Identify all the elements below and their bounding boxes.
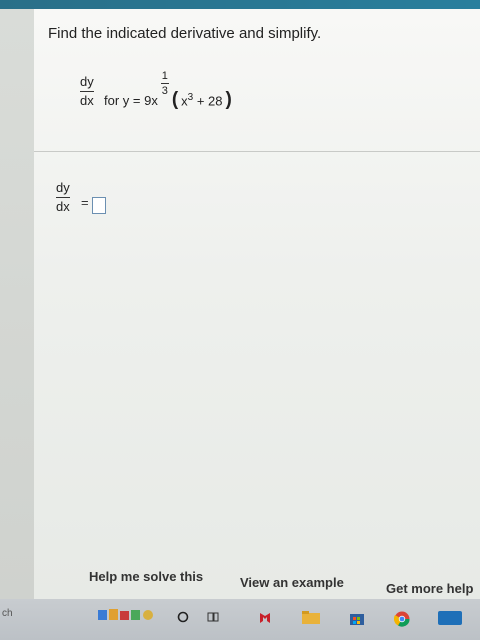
close-paren: ) [225,89,232,110]
file-explorer-icon[interactable] [302,611,320,625]
chrome-icon[interactable] [394,611,410,627]
help-me-solve-button[interactable]: Help me solve this [89,569,203,584]
question-fraction-bar [80,91,94,92]
get-more-help-button[interactable]: Get more help [386,581,480,596]
function-expression: for y = 9x 1 3 ( x3 + 28 ) [104,70,232,111]
exponent-bar [160,82,169,84]
answer-dy: dy [56,180,70,195]
answer-input[interactable] [92,197,106,214]
answer-dx: dx [56,199,70,214]
pinned-apps-icon[interactable] [96,606,156,624]
question-derivative: dy dx [80,75,94,108]
question-dx: dx [80,93,94,108]
instruction-text: Find the indicated derivative and simpli… [48,25,322,42]
task-view-icon[interactable] [207,611,219,623]
question-panel: Find the indicated derivative and simpli… [34,9,480,599]
mcafee-icon[interactable] [258,611,272,625]
equals-sign: = [81,195,89,210]
cortana-icon[interactable] [177,611,189,623]
left-side-panel [0,9,34,599]
store-icon[interactable] [350,611,364,625]
taskbar-search-text[interactable]: ch [2,608,13,619]
edge-partial-icon[interactable] [438,611,462,625]
open-paren: ( [171,89,179,110]
view-example-button[interactable]: View an example [240,575,344,590]
help-actions: Help me solve this View an example Get m… [34,569,480,596]
question-dy: dy [80,74,94,89]
exponent-denominator: 3 [161,84,168,97]
answer-fraction-bar [56,197,70,198]
answer-derivative: dy dx [56,181,70,214]
section-divider [34,151,480,152]
inner-term: x3 + 28 [181,92,222,108]
windows-taskbar: ch [0,599,480,640]
function-lhs: for y = 9x [104,92,158,108]
browser-top-bar [0,0,480,9]
exponent-numerator: 1 [161,69,168,82]
inner-constant: + 28 [193,93,223,109]
exponent-fraction: 1 3 [160,69,169,97]
